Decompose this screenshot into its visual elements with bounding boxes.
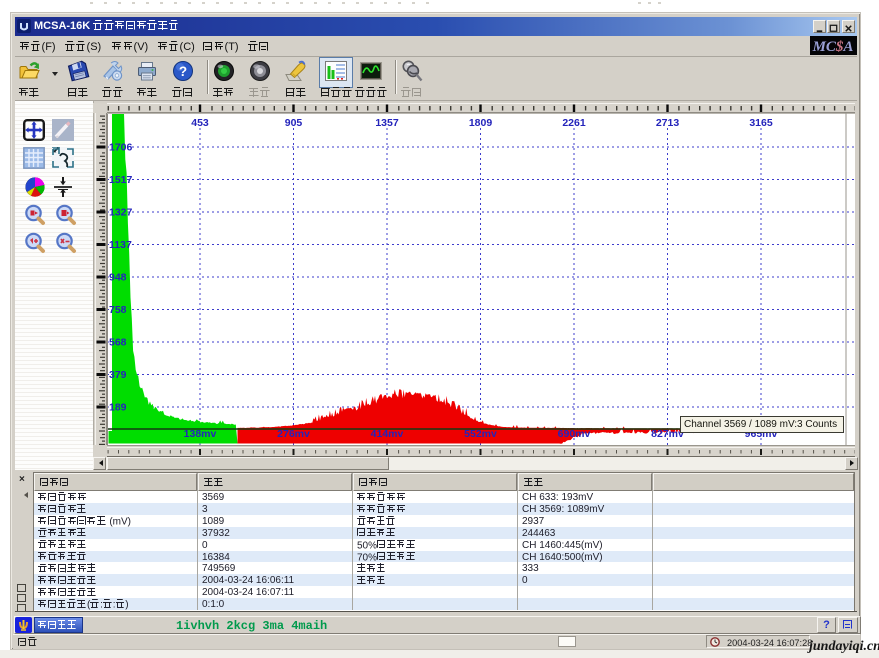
svg-text:1809: 1809 bbox=[469, 117, 493, 129]
svg-text:1706: 1706 bbox=[109, 142, 133, 154]
svg-text:1517: 1517 bbox=[109, 174, 133, 186]
svg-text:453: 453 bbox=[191, 117, 209, 129]
svg-text:1327: 1327 bbox=[109, 207, 133, 219]
svg-text:379: 379 bbox=[109, 369, 127, 381]
svg-text:568: 568 bbox=[109, 337, 127, 349]
svg-text:276mv: 276mv bbox=[277, 428, 310, 440]
svg-text:138mv: 138mv bbox=[184, 428, 217, 440]
svg-text:905: 905 bbox=[285, 117, 303, 129]
svg-text:189: 189 bbox=[109, 402, 127, 414]
svg-text:1137: 1137 bbox=[109, 239, 132, 251]
svg-text:552mv: 552mv bbox=[464, 428, 497, 440]
svg-text:3165: 3165 bbox=[749, 117, 773, 129]
svg-text:690mv: 690mv bbox=[558, 428, 591, 440]
svg-text:1357: 1357 bbox=[375, 117, 399, 129]
svg-text:2713: 2713 bbox=[656, 117, 680, 129]
svg-text:MC$A: MC$A bbox=[812, 39, 854, 55]
svg-text:?: ? bbox=[179, 64, 187, 79]
svg-text:948: 948 bbox=[109, 272, 127, 284]
svg-text:758: 758 bbox=[109, 304, 127, 316]
svg-text:414mv: 414mv bbox=[371, 428, 404, 440]
svg-text:2261: 2261 bbox=[562, 117, 586, 129]
